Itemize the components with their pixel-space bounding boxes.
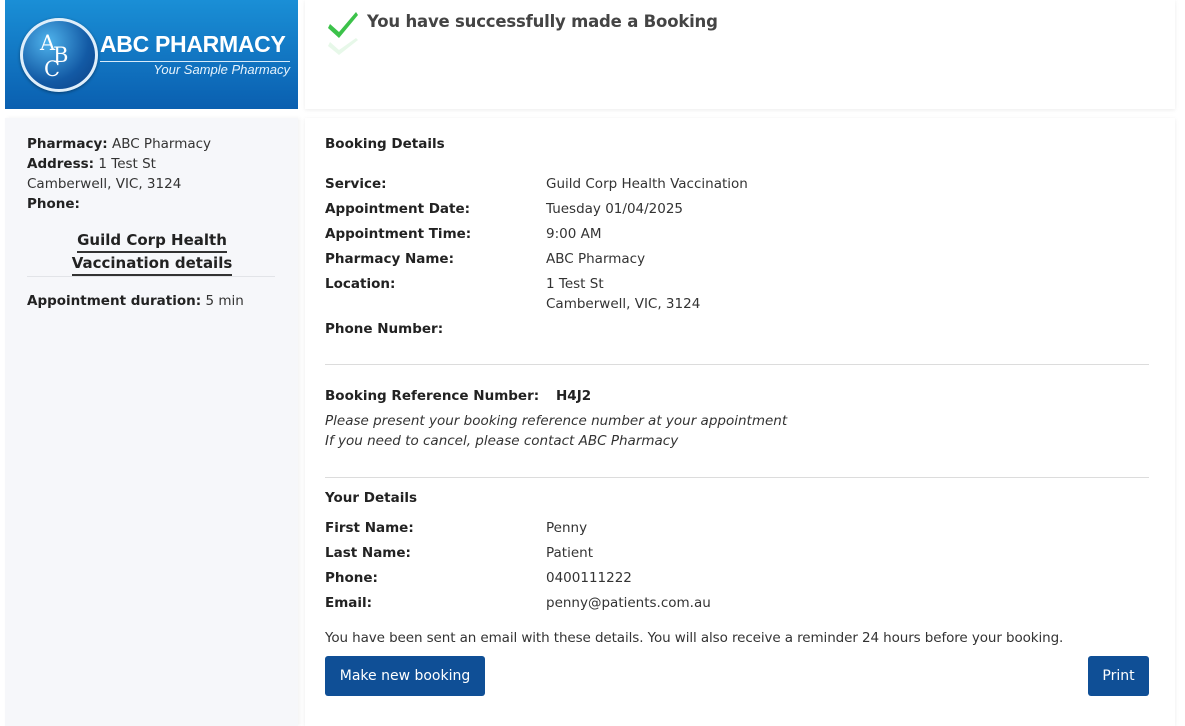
pharmacy-logo: A B C ABC PHARMACY Your Sample Pharmacy [5,0,298,109]
checkmark-icon [328,12,358,55]
service-title-line2: Vaccination details [71,253,233,276]
phone-label: Phone: [325,570,378,586]
service-title-line1: Guild Corp Health [77,230,227,253]
service-value: Guild Corp Health Vaccination [546,176,748,192]
first-name-label: First Name: [325,520,414,536]
logo-brand-name: ABC PHARMACY [100,31,290,62]
phone-value: 0400111222 [546,570,632,586]
booking-reference-label: Booking Reference Number: [325,388,540,404]
your-details-heading: Your Details [325,490,417,506]
reference-note-present: Please present your booking reference nu… [325,413,788,429]
sidebar-address-line2: Camberwell, VIC, 3124 [27,176,182,192]
sidebar-pharmacy-value: ABC Pharmacy [111,136,212,152]
abc-logo-emblem: A B C [20,18,98,92]
sidebar-pharmacy: Pharmacy: ABC Pharmacy [27,136,211,152]
service-label: Service: [325,176,387,192]
sidebar-duration-value: 5 min [205,293,244,309]
sidebar-duration-label: Appointment duration: [27,293,202,309]
booking-details-heading: Booking Details [325,136,445,152]
email-value: penny@patients.com.au [546,595,711,611]
logo-tagline: Your Sample Pharmacy [153,62,290,77]
appointment-time-label: Appointment Time: [325,226,472,242]
reference-note-cancel: If you need to cancel, please contact AB… [325,433,679,449]
appointment-time-value: 9:00 AM [546,226,602,242]
sidebar-divider [27,276,275,277]
make-new-booking-button[interactable]: Make new booking [325,656,485,696]
last-name-value: Patient [546,545,594,561]
email-label: Email: [325,595,373,611]
location-label: Location: [325,276,396,292]
pharmacy-name-value: ABC Pharmacy [546,251,646,267]
sidebar-phone: Phone: [27,196,80,212]
section-divider [325,477,1149,478]
service-details-title: Guild Corp Health Vaccination details [27,230,277,276]
location-line2: Camberwell, VIC, 3124 [546,296,701,312]
sidebar-address-line1: 1 Test St [98,156,156,172]
print-button[interactable]: Print [1088,656,1149,696]
sidebar-address-label: Address: [27,156,95,172]
email-sent-notice: You have been sent an email with these d… [325,630,1064,646]
phone-number-label: Phone Number: [325,321,444,337]
last-name-label: Last Name: [325,545,411,561]
sidebar-pharmacy-label: Pharmacy: [27,136,108,152]
appointment-date-label: Appointment Date: [325,201,471,217]
section-divider [325,364,1149,365]
success-message: You have successfully made a Booking [367,12,718,31]
first-name-value: Penny [546,520,588,536]
sidebar-address: Address: 1 Test St [27,156,156,172]
sidebar-phone-label: Phone: [27,196,80,212]
logo-letter-c: C [44,57,61,81]
pharmacy-name-label: Pharmacy Name: [325,251,454,267]
sidebar-duration: Appointment duration: 5 min [27,293,244,309]
location-line1: 1 Test St [546,276,604,292]
booking-reference-value: H4J2 [556,388,592,404]
appointment-date-value: Tuesday 01/04/2025 [546,201,684,217]
